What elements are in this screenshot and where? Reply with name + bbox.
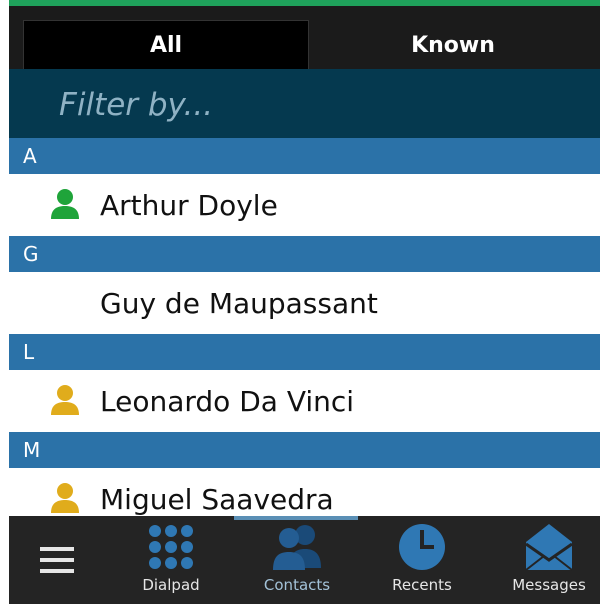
clock-icon (399, 524, 445, 570)
section-header-g: G (9, 236, 600, 272)
contact-list[interactable]: A Arthur Doyle G Guy de Maupassant L Leo… (9, 138, 600, 530)
person-icon (51, 189, 79, 219)
tab-known[interactable]: Known (309, 20, 597, 71)
tab-messages[interactable]: Messages (499, 516, 599, 604)
contact-name: Guy de Maupassant (100, 286, 378, 320)
tab-recents[interactable]: Recents (377, 516, 467, 604)
menu-button[interactable] (27, 516, 87, 604)
section-header-a: A (9, 138, 600, 174)
tab-label: Recents (392, 576, 452, 594)
filter-bar (9, 69, 600, 138)
hamburger-menu-icon (40, 547, 74, 573)
envelope-icon (525, 524, 573, 571)
person-icon (51, 483, 79, 513)
person-icon (51, 385, 79, 415)
section-header-m: M (9, 432, 600, 468)
contacts-icon (273, 525, 321, 570)
list-item[interactable]: Arthur Doyle (9, 174, 600, 236)
bottom-tab-bar: Dialpad Contacts Recents Messages (9, 516, 600, 604)
tab-label: Contacts (263, 576, 331, 594)
list-item[interactable]: Guy de Maupassant (9, 272, 600, 334)
dialpad-icon (149, 525, 193, 569)
contact-name: Arthur Doyle (100, 188, 278, 222)
tab-label: Messages (512, 576, 586, 594)
app-window: All Known A Arthur Doyle G Guy de Maupas… (9, 0, 600, 604)
contact-name: Leonardo Da Vinci (100, 384, 355, 418)
tab-dialpad[interactable]: Dialpad (131, 516, 211, 604)
tab-label: Dialpad (142, 576, 200, 594)
list-item[interactable]: Leonardo Da Vinci (9, 370, 600, 432)
filter-input[interactable] (57, 81, 561, 129)
segmented-header: All Known (9, 6, 600, 71)
section-header-l: L (9, 334, 600, 370)
tab-all[interactable]: All (23, 20, 309, 71)
tab-contacts[interactable]: Contacts (247, 516, 347, 604)
